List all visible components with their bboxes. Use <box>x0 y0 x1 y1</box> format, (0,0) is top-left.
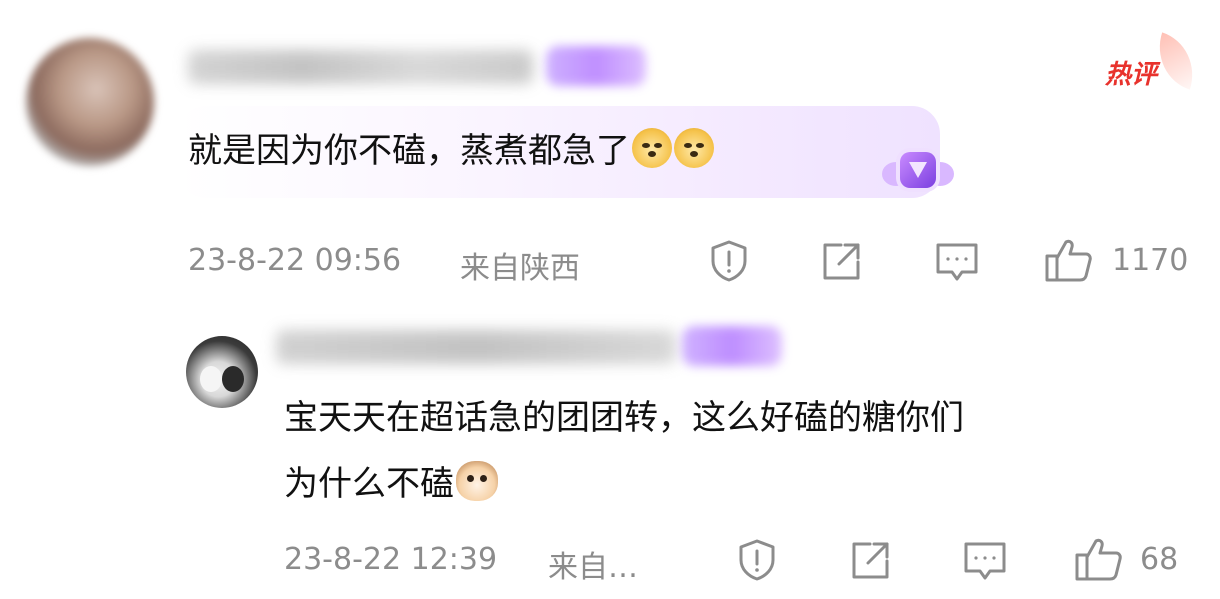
reply-text-line-2-text: 为什么不磕 <box>284 464 454 504</box>
comment-text-row: 就是因为你不磕，蒸煮都急了 <box>188 127 714 175</box>
reply-text-line-2: 为什么不磕 <box>284 460 498 508</box>
comment-text: 就是因为你不磕，蒸煮都急了 <box>188 131 630 171</box>
report-icon[interactable] <box>734 537 780 583</box>
like-count: 1170 <box>1112 243 1189 278</box>
doge-icon <box>632 128 672 168</box>
commenter-avatar[interactable] <box>26 38 154 166</box>
hot-comment-label: 热评 <box>1105 60 1158 90</box>
like-thumb-icon[interactable] <box>1044 236 1094 284</box>
cat-icon <box>456 461 498 501</box>
reply-location: 来自… <box>548 550 638 585</box>
like-thumb-icon[interactable] <box>1074 535 1124 583</box>
reply-user-badge-blurred <box>682 326 782 366</box>
comment-location: 来自陕西 <box>460 251 580 286</box>
doge-icon <box>674 128 714 168</box>
share-icon[interactable] <box>848 539 892 583</box>
commenter-name-blurred[interactable] <box>188 50 533 84</box>
reply-avatar[interactable] <box>186 336 258 408</box>
reply-text-line-1: 宝天天在超话急的团团转，这么好磕的糖你们 <box>284 398 964 438</box>
commenter-badge-blurred <box>546 46 646 86</box>
share-icon[interactable] <box>819 240 863 284</box>
diamond-fan-badge-icon <box>878 142 958 204</box>
reply-user-name-blurred[interactable] <box>276 330 676 364</box>
reply-like-count: 68 <box>1140 542 1179 577</box>
reply-timestamp: 23-8-22 12:39 <box>284 542 498 577</box>
comment-timestamp: 23-8-22 09:56 <box>188 243 402 278</box>
reply-comment-icon[interactable] <box>962 539 1008 583</box>
reply-comment-icon[interactable] <box>934 240 980 284</box>
report-icon[interactable] <box>706 238 752 284</box>
hot-comment-tag: 热评 <box>1100 32 1205 98</box>
